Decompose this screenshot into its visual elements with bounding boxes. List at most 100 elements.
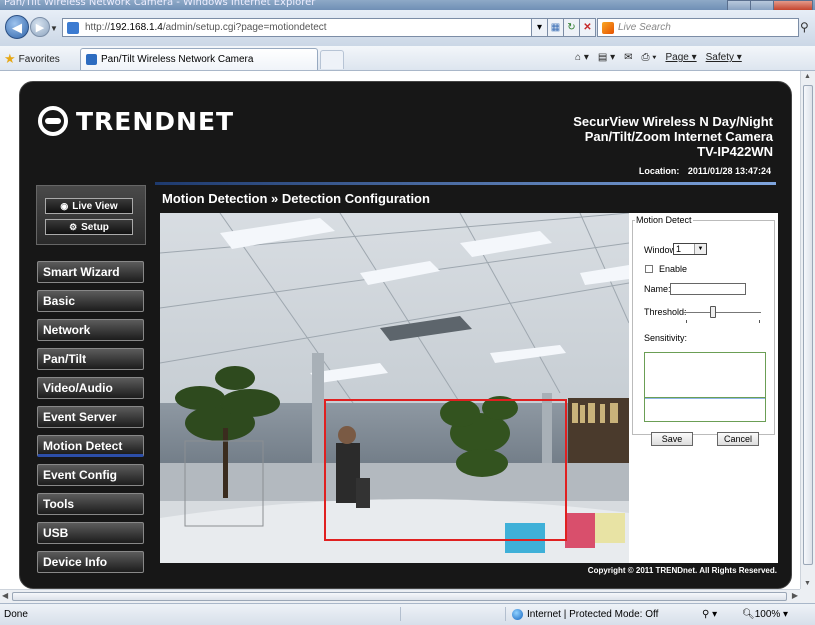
save-button[interactable]: Save [651,432,693,446]
address-actions: ▾ ▦ ↻ ✕ [531,18,596,37]
window-controls [727,0,813,10]
status-divider [505,607,506,621]
threshold-slider-track[interactable] [682,312,761,313]
menu-tools[interactable]: Tools [37,493,144,515]
copyright-text: Copyright © 2011 TRENDnet. All Rights Re… [587,566,777,575]
address-dropdown-button[interactable]: ▾ [531,18,548,37]
url-host: 192.168.1.4 [110,22,163,33]
menu-device-info[interactable]: Device Info [37,551,144,573]
favorites-label: Favorites [18,53,60,65]
browser-tab-active[interactable]: Pan/Tilt Wireless Network Camera [80,48,318,70]
forward-button[interactable]: ▶ [30,17,50,37]
scroll-up-icon[interactable]: ▲ [804,73,811,80]
view-mode-box: ◉ Live View ⚙ Setup [36,185,146,245]
product-line-2: Pan/Tilt/Zoom Internet Camera [584,129,773,144]
status-bar: Done Internet | Protected Mode: Off ⚲ ▾ … [0,603,815,625]
window-select[interactable]: 1 ▼ [673,243,707,255]
mail-icon[interactable]: ✉ [624,52,632,63]
back-button[interactable]: ◀ [5,15,29,39]
sensitivity-graph [644,352,766,422]
threshold-slider-handle[interactable] [709,306,716,318]
menu-usb[interactable]: USB [37,522,144,544]
compatibility-view-icon[interactable]: ▦ [547,18,564,37]
threshold-tick-min [686,320,687,323]
location-label: Location: [638,166,680,176]
zoom-control[interactable]: 🔍︎100% ▾ [742,609,788,620]
page-menu[interactable]: Page ▾ [665,52,696,63]
camera-feed[interactable] [160,213,629,563]
menu-basic[interactable]: Basic [37,290,144,312]
menu-smart-wizard[interactable]: Smart Wizard [37,261,144,283]
menu-network[interactable]: Network [37,319,144,341]
recent-pages-dropdown[interactable]: ▼ [50,24,58,33]
feeds-icon[interactable]: ▤ ▾ [598,52,615,63]
globe-icon [512,609,523,620]
menu-event-config[interactable]: Event Config [37,464,144,486]
protected-mode-icon[interactable]: ⚲ ▾ [702,609,717,620]
menu-pan-tilt[interactable]: Pan/Tilt [37,348,144,370]
vertical-scrollbar[interactable]: ▲ ▼ [800,71,815,589]
scroll-right-icon[interactable]: ▶ [792,591,798,600]
name-input[interactable] [670,283,746,295]
forward-arrow-icon: ▶ [35,22,45,34]
address-bar[interactable]: http://192.168.1.4/admin/setup.cgi?page=… [62,18,532,37]
menu-event-server[interactable]: Event Server [37,406,144,428]
tab-title: Pan/Tilt Wireless Network Camera [101,54,254,65]
vertical-scroll-thumb[interactable] [803,85,813,565]
name-label: Name: [644,284,671,294]
page-title: Motion Detection » Detection Configurati… [162,191,430,206]
menu-video-audio[interactable]: Video/Audio [37,377,144,399]
minimize-button[interactable] [727,0,751,10]
motion-detect-panel: Motion Detect Window: 1 ▼ Enable Name: T… [629,213,778,563]
gear-icon: ⚙ [69,222,78,232]
favorites-button[interactable]: ★ Favorites [4,51,60,67]
trendnet-logo: TRENDNET [38,106,234,136]
window-select-value: 1 [676,244,682,254]
cancel-button[interactable]: Cancel [717,432,759,446]
motion-detect-fieldset: Motion Detect Window: 1 ▼ Enable Name: T… [632,215,775,446]
scroll-down-icon[interactable]: ▼ [804,580,811,587]
home-icon[interactable]: ⌂ ▾ [575,52,589,63]
chevron-down-icon: ▼ [694,244,706,254]
refresh-button[interactable]: ↻ [563,18,580,37]
camera-feed-image [160,213,629,563]
trendnet-logo-icon [38,106,68,136]
camera-web-ui: TRENDNET SecurView Wireless N Day/Night … [19,81,792,589]
horizontal-scrollbar[interactable]: ◀ ▶ [0,589,800,603]
status-text: Done [4,609,28,620]
sensitivity-label: Sensitivity: [644,333,688,343]
close-window-button[interactable] [773,0,813,10]
zoom-level: 100% [754,609,781,620]
print-icon[interactable]: ⎙ ▾ [641,52,656,63]
new-tab-button[interactable] [320,50,344,69]
back-arrow-icon: ◀ [12,20,22,35]
menu-motion-detect[interactable]: Motion Detect [37,435,144,457]
live-view-button[interactable]: ◉ Live View [45,198,133,214]
setup-button[interactable]: ⚙ Setup [45,219,133,235]
search-placeholder: Live Search [618,22,671,33]
maximize-button[interactable] [750,0,774,10]
setup-label: Setup [81,222,109,233]
live-view-label: Live View [72,201,118,212]
brand-name: TRENDNET [76,106,235,136]
stop-button[interactable]: ✕ [579,18,596,37]
search-icon[interactable]: ⚲ [800,20,809,34]
enable-checkbox[interactable] [645,265,653,273]
live-search-icon [602,22,614,34]
search-box[interactable]: Live Search [597,18,799,37]
safety-menu[interactable]: Safety ▾ [706,52,742,63]
location-info: Location: 2011/01/28 13:47:24 [639,166,771,176]
address-url[interactable]: http://192.168.1.4/admin/setup.cgi?page=… [85,22,327,33]
motion-detect-legend: Motion Detect [636,215,692,225]
threshold-label: Threshold: [644,307,687,317]
horizontal-scroll-thumb[interactable] [12,592,787,601]
favorites-bar: ★ Favorites Pan/Tilt Wireless Network Ca… [0,46,815,71]
security-zone[interactable]: Internet | Protected Mode: Off [512,609,658,620]
window-title: Pan/Tilt Wireless Network Camera - Windo… [4,0,316,8]
status-divider [400,607,401,621]
sensitivity-lower-area [645,398,765,423]
product-model: TV-IP422WN [697,144,773,159]
product-title: SecurView Wireless N Day/Night Pan/Tilt/… [573,114,773,159]
scroll-left-icon[interactable]: ◀ [2,591,8,600]
url-scheme: http:// [85,22,111,33]
